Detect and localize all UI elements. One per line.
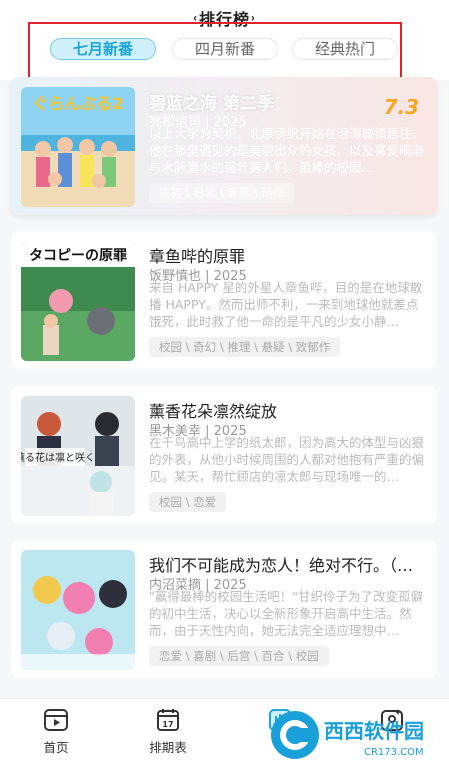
tabbar-item-home[interactable]: 首页 — [26, 707, 86, 756]
watermark-logo: 西西软件园 CR173.COM — [268, 708, 438, 762]
score-badge: 7.3 — [383, 95, 419, 119]
cover-image: 薫る花は凛と咲く — [21, 396, 135, 516]
anime-description: "赢得最棒的校园生活吧！"甘织伶子为了改变孤僻的初中生活，决心以全新形象开启高中… — [149, 589, 423, 638]
anime-title: 薰香花朵凛然绽放 — [149, 402, 278, 421]
cover-image: ぐらんぶる2 — [21, 87, 135, 207]
cover-image: タコピーの原罪 — [21, 241, 135, 361]
anime-tags: 恋爱 \ 喜剧 \ 后宫 \ 百合 \ 校园 — [149, 646, 329, 666]
tabbar-label: 首页 — [43, 740, 69, 755]
ranking-card[interactable]: ぐらんぶる2 碧蓝之海 第二季 亮松信司 | 2025 以上大学为契机，北原伊织… — [11, 77, 437, 215]
play-square-icon — [44, 709, 68, 731]
header: ˓排行榜˒ 七月新番 四月新番 经典热门 — [0, 0, 449, 82]
watermark-url: CR173.COM — [364, 747, 424, 758]
anime-title: 我们不可能成为恋人！绝对不行。（… — [149, 556, 414, 575]
ranking-card[interactable]: タコピーの原罪 章鱼哔的原罪 饭野慎也 | 2025 来自 HAPPY 星的外星… — [11, 231, 437, 369]
svg-text:薫る花は凛と咲く: 薫る花は凛と咲く — [21, 451, 95, 464]
svg-text:ぐらんぶる2: ぐらんぶる2 — [32, 94, 123, 113]
anime-tags: 搞笑 \ 日常 \ 青春 \ 动作 — [149, 183, 295, 203]
svg-text:17: 17 — [162, 720, 173, 729]
tabbar-label: 排期表 — [149, 740, 187, 755]
tabbar-item-schedule[interactable]: 17 排期表 — [138, 707, 198, 756]
highlight-box — [28, 22, 402, 82]
anime-description: 以上大学为契机，北原伊织开始在沿海城镇居住。他在那里遇见的是美貌出众的女孩，以及… — [149, 126, 425, 175]
watermark-text: 西西软件园 — [324, 719, 424, 743]
anime-tags: 校园 \ 恋爱 — [149, 492, 227, 512]
ranking-card[interactable]: 我们不可能成为恋人！绝对不行。（… 内沼菜摘 | 2025 "赢得最棒的校园生活… — [11, 540, 437, 678]
ranking-card[interactable]: 薫る花は凛と咲く 薰香花朵凛然绽放 黑木美幸 | 2025 在千鸟高中上学的纸太… — [11, 386, 437, 524]
anime-tags: 校园 \ 奇幻 \ 推理 \ 悬疑 \ 致郁作 — [149, 337, 341, 357]
svg-text:タコピーの原罪: タコピーの原罪 — [29, 248, 127, 264]
anime-description: 来自 HAPPY 星的外星人章鱼哔，目的是在地球散播 HAPPY。然而出师不利，… — [149, 280, 423, 329]
anime-title: 章鱼哔的原罪 — [149, 247, 246, 266]
calendar-icon: 17 — [157, 709, 179, 731]
cover-image — [21, 550, 135, 670]
anime-description: 在千鸟高中上学的纸太郎，因为高大的体型与凶狠的外表，从他小时候周围的人都对他抱有… — [149, 435, 425, 484]
